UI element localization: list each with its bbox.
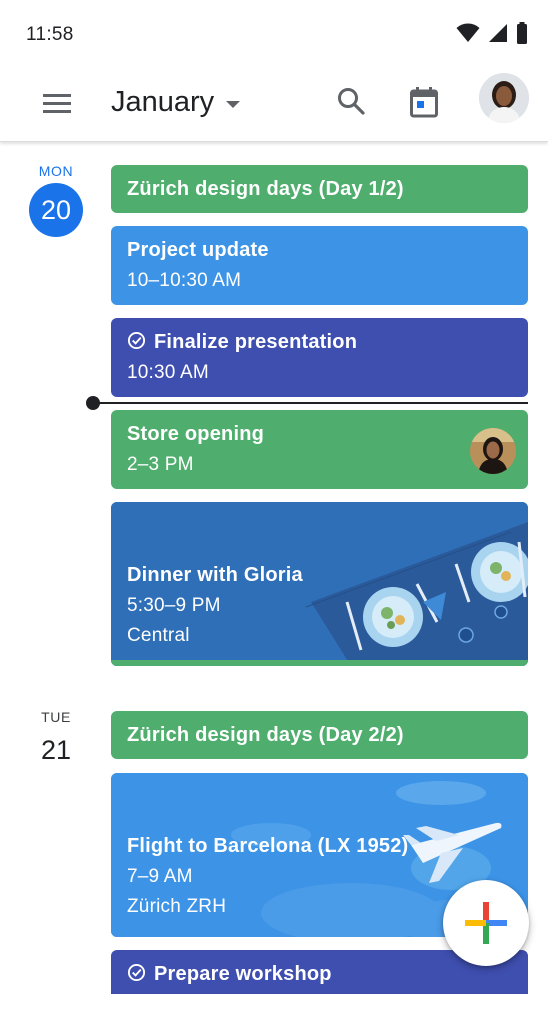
event-title: Prepare workshop <box>154 963 332 985</box>
profile-avatar[interactable] <box>479 73 529 123</box>
event-title: Store opening <box>127 423 265 445</box>
avatar-icon <box>479 73 529 123</box>
event-title: Dinner with Gloria <box>127 564 303 586</box>
create-event-fab[interactable] <box>443 880 529 966</box>
month-selector[interactable]: January <box>111 82 241 122</box>
event-all-day[interactable]: Zürich design days (Day 2/2) <box>111 711 528 759</box>
current-time-dot <box>86 396 100 410</box>
app-bar: January <box>0 64 548 142</box>
search-button[interactable] <box>330 80 372 122</box>
event-title: Flight to Barcelona (LX 1952) <box>127 835 409 857</box>
event-all-day[interactable]: Zürich design days (Day 1/2) <box>111 165 528 213</box>
search-icon <box>338 88 365 115</box>
dropdown-caret-icon <box>226 100 241 108</box>
task-card[interactable]: Finalize presentation 10:30 AM <box>111 318 528 397</box>
task-check-icon <box>127 331 146 350</box>
event-time: 7–9 AM <box>127 866 193 887</box>
day-of-week: MON <box>38 163 74 179</box>
hamburger-menu-icon <box>43 94 71 113</box>
event-time: 10:30 AM <box>127 362 209 383</box>
status-time: 11:58 <box>26 24 74 45</box>
status-icons <box>456 22 528 44</box>
today-button[interactable] <box>402 80 446 124</box>
event-card[interactable]: Project update 10–10:30 AM <box>111 226 528 305</box>
event-card[interactable]: Store opening 2–3 PM <box>111 410 528 489</box>
attendee-avatar <box>470 428 516 474</box>
event-title: Finalize presentation <box>154 331 358 353</box>
event-title: Zürich design days (Day 2/2) <box>127 724 404 746</box>
event-time: 2–3 PM <box>127 454 194 475</box>
day-number: 20 <box>29 183 83 237</box>
event-title: Zürich design days (Day 1/2) <box>127 178 404 200</box>
month-title: January <box>111 85 215 118</box>
event-location: Zürich ZRH <box>127 896 227 917</box>
status-bar: 11:58 <box>0 0 548 64</box>
event-time: 10–10:30 AM <box>127 270 242 291</box>
battery-icon <box>517 22 527 44</box>
current-time-line <box>92 402 528 404</box>
event-title: Project update <box>127 239 269 261</box>
task-check-icon <box>127 963 146 982</box>
day-of-week: TUE <box>41 709 71 725</box>
event-card-with-image[interactable]: Dinner with Gloria 5:30–9 PM Central <box>111 502 528 666</box>
attendee-avatar-icon <box>470 428 516 474</box>
calendar-today-icon <box>410 87 438 118</box>
day-header-tue[interactable]: TUE 21 <box>26 709 86 777</box>
wifi-icon <box>456 23 480 42</box>
cell-signal-icon <box>489 24 507 42</box>
day-number: 21 <box>40 734 72 765</box>
menu-button[interactable] <box>36 82 78 124</box>
event-time: 5:30–9 PM <box>127 595 221 616</box>
create-plus-icon <box>465 902 507 944</box>
day-header-mon[interactable]: MON 20 <box>26 163 86 237</box>
event-location: Central <box>127 625 190 646</box>
